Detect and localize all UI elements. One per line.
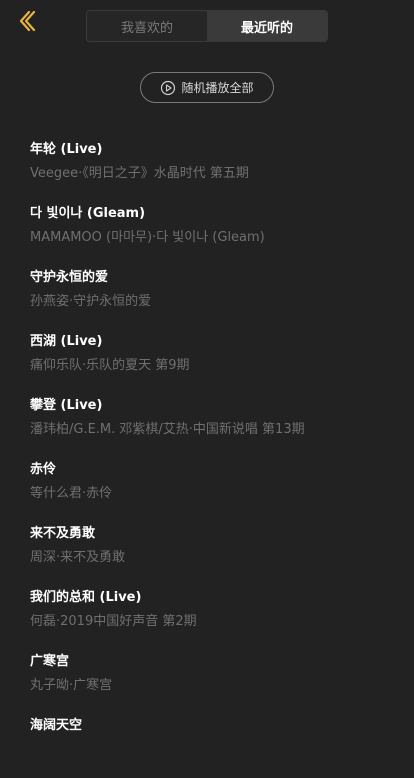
tab-favorites[interactable]: 我喜欢的 xyxy=(87,11,207,41)
song-title: 海阔天空 xyxy=(30,718,83,733)
song-title: 我们的总和 (Live) xyxy=(30,590,142,605)
song-item[interactable]: 赤伶 等什么君·赤伶 xyxy=(30,458,400,522)
song-title: 守护永恒的爱 xyxy=(30,270,109,285)
song-item[interactable]: 攀登 (Live) 潘玮柏/G.E.M. 邓紫棋/艾热·中国新说唱 第13期 xyxy=(30,394,400,458)
song-artist-album: MAMAMOO (마마무)·다 빛이나 (Gleam) xyxy=(30,230,265,245)
song-artist-album: 痛仰乐队·乐队的夏天 第9期 xyxy=(30,358,190,373)
back-button[interactable] xyxy=(14,8,40,34)
song-item[interactable]: 西湖 (Live) 痛仰乐队·乐队的夏天 第9期 xyxy=(30,330,400,394)
song-artist-album: Veegee·《明日之子》水晶时代 第五期 xyxy=(30,166,249,181)
shuffle-play-all-button[interactable]: 随机播放全部 xyxy=(140,72,274,103)
song-item[interactable]: 广寒宫 丸子呦·广寒宫 xyxy=(30,650,400,714)
song-title: 来不及勇敢 xyxy=(30,526,96,541)
song-item[interactable]: 다 빛이나 (Gleam) MAMAMOO (마마무)·다 빛이나 (Gleam… xyxy=(30,202,400,266)
song-item[interactable]: 我们的总和 (Live) 何磊·2019中国好声音 第2期 xyxy=(30,586,400,650)
play-circle-icon xyxy=(160,80,176,96)
header-bar: 我喜欢的 最近听的 xyxy=(0,0,414,48)
song-artist-album xyxy=(30,738,400,762)
song-title: 广寒宫 xyxy=(30,654,70,669)
tab-switcher: 我喜欢的 最近听的 xyxy=(86,10,328,42)
song-artist-album: 何磊·2019中国好声音 第2期 xyxy=(30,614,197,629)
song-artist-album: 等什么君·赤伶 xyxy=(30,486,113,501)
song-artist-album: 丸子呦·广寒宫 xyxy=(30,678,113,693)
song-item[interactable]: 海阔天空 xyxy=(30,714,400,778)
recent-song-list: 年轮 (Live) Veegee·《明日之子》水晶时代 第五期 다 빛이나 (G… xyxy=(30,138,400,778)
shuffle-play-all-label: 随机播放全部 xyxy=(181,81,254,95)
song-title: 다 빛이나 (Gleam) xyxy=(30,206,146,221)
song-title: 年轮 (Live) xyxy=(30,142,103,157)
song-artist-album: 孙燕姿·守护永恒的爱 xyxy=(30,294,152,309)
song-title: 西湖 (Live) xyxy=(30,334,103,349)
tab-recently-played[interactable]: 最近听的 xyxy=(207,11,327,41)
song-item[interactable]: 年轮 (Live) Veegee·《明日之子》水晶时代 第五期 xyxy=(30,138,400,202)
song-item[interactable]: 守护永恒的爱 孙燕姿·守护永恒的爱 xyxy=(30,266,400,330)
song-item[interactable]: 来不及勇敢 周深·来不及勇敢 xyxy=(30,522,400,586)
song-title: 攀登 (Live) xyxy=(30,398,103,413)
song-title: 赤伶 xyxy=(30,462,57,477)
song-artist-album: 潘玮柏/G.E.M. 邓紫棋/艾热·中国新说唱 第13期 xyxy=(30,422,305,437)
song-artist-album: 周深·来不及勇敢 xyxy=(30,550,126,565)
chevron-left-icon xyxy=(19,10,36,32)
